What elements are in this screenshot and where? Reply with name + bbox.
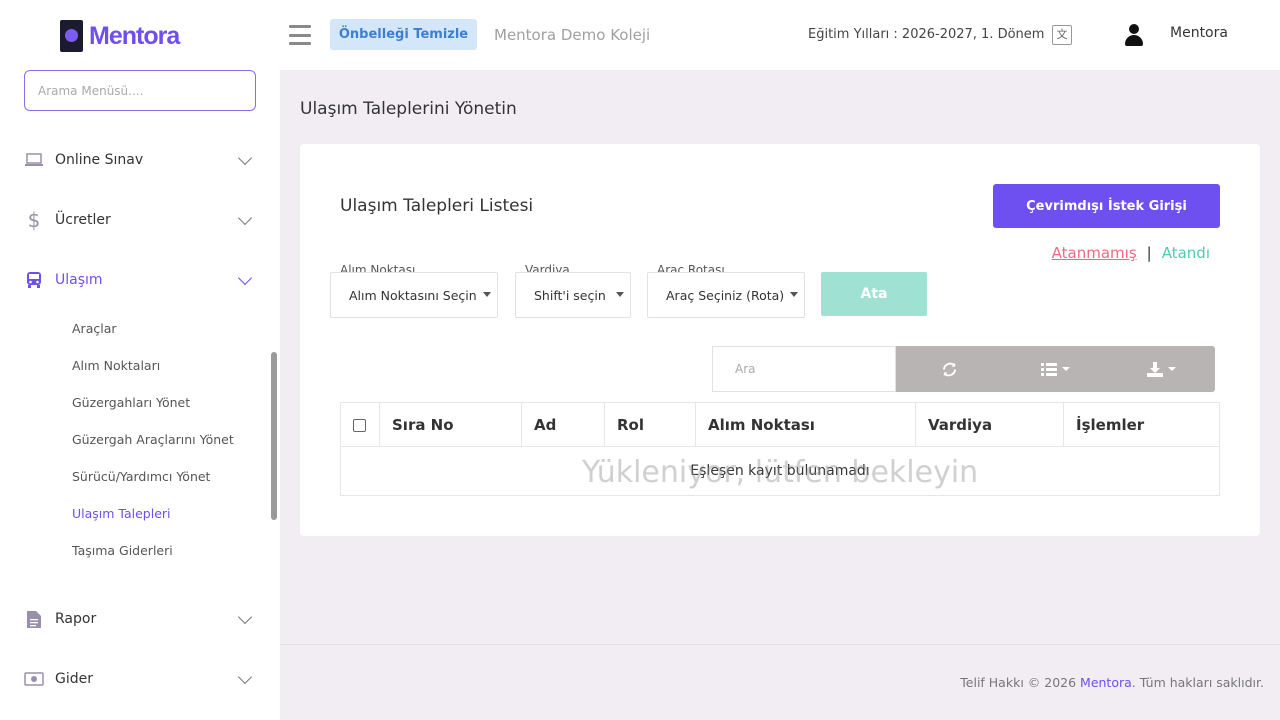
sidebar-item-transport[interactable]: Ulaşım [24, 265, 256, 295]
table-search-input[interactable] [712, 346, 896, 392]
table-header-row: Sıra No Ad Rol Alım Noktası Vardiya İşle… [340, 402, 1220, 447]
chevron-down-icon [237, 609, 253, 624]
status-assigned-link[interactable]: Atandı [1162, 244, 1210, 262]
requests-table: Sıra No Ad Rol Alım Noktası Vardiya İşle… [340, 402, 1220, 496]
sidebar-item-expense[interactable]: Gider [24, 664, 256, 694]
chevron-down-icon [237, 270, 253, 285]
page-title: Ulaşım Taleplerini Yönetin [300, 99, 517, 119]
document-icon [24, 609, 44, 629]
footer-divider [280, 644, 1280, 645]
clear-cache-button[interactable]: Önbelleği Temizle [330, 19, 477, 50]
column-header-alim-noktasi[interactable]: Alım Noktası [695, 402, 916, 447]
user-name[interactable]: Mentora [1170, 25, 1228, 41]
column-header-vardiya[interactable]: Vardiya [915, 402, 1064, 447]
sidebar-subitem-route-vehicles[interactable]: Güzergah Araçlarını Yönet [72, 432, 234, 447]
route-value: Araç Seçiniz (Rota) [666, 287, 785, 303]
card-title: Ulaşım Talepleri Listesi [340, 196, 534, 216]
sidebar-item-label: Ulaşım [55, 272, 103, 288]
requests-card: Ulaşım Talepleri Listesi Çevrimdışı İste… [300, 144, 1260, 536]
menu-search-input[interactable] [24, 70, 256, 111]
table-row: Eşleşen kayıt bulunamadı Yükleniyor, lüt… [340, 446, 1220, 496]
sidebar-scrollbar[interactable] [271, 352, 277, 520]
footer-brand-link[interactable]: Mentora [1080, 675, 1132, 690]
footer: Telif Hakkı © 2026 Mentora. Tüm hakları … [960, 675, 1264, 690]
assign-button[interactable]: Ata [821, 272, 927, 316]
export-button[interactable] [1109, 346, 1215, 392]
sidebar: Mentora Online Sınav $ Ücretler Ulaşım A… [0, 0, 280, 720]
sidebar-subitem-vehicles[interactable]: Araçlar [72, 321, 117, 336]
laptop-icon [24, 150, 44, 170]
column-header-rol[interactable]: Rol [604, 402, 696, 447]
pickup-point-value: Alım Noktasını Seçin [349, 287, 477, 303]
translate-icon[interactable]: 文 [1052, 25, 1072, 45]
caret-down-icon [616, 292, 624, 297]
sidebar-subitem-transport-expenses[interactable]: Taşıma Giderleri [72, 543, 173, 558]
dollar-icon: $ [27, 208, 41, 232]
chevron-down-icon [237, 210, 253, 225]
footer-prefix: Telif Hakkı © 2026 [960, 675, 1081, 690]
chevron-down-icon [237, 150, 253, 165]
education-years: Eğitim Yılları : 2026-2027, 1. Dönem [808, 27, 1045, 42]
caret-down-icon [790, 292, 798, 297]
route-select[interactable]: Araç Seçiniz (Rota) [647, 272, 805, 318]
empty-message: Eşleşen kayıt bulunamadı [690, 463, 870, 479]
user-avatar-icon[interactable] [1124, 24, 1144, 46]
shift-value: Shift'i seçin [534, 287, 606, 303]
sidebar-item-label: Ücretler [55, 212, 111, 228]
footer-suffix: . Tüm hakları saklıdır. [1131, 675, 1264, 690]
sidebar-item-label: Gider [55, 671, 93, 687]
sidebar-subitem-drivers[interactable]: Sürücü/Yardımcı Yönet [72, 469, 210, 484]
bus-icon [24, 270, 44, 290]
column-header-islemler: İşlemler [1063, 402, 1220, 447]
offline-request-button[interactable]: Çevrimdışı İstek Girişi [993, 184, 1220, 228]
caret-down-icon [1061, 367, 1070, 371]
school-name: Mentora Demo Koleji [494, 26, 651, 44]
brand-name: Mentora [89, 21, 180, 50]
pickup-point-select[interactable]: Alım Noktasını Seçin [330, 272, 498, 318]
top-header: Önbelleği Temizle Mentora Demo Koleji Eğ… [280, 0, 1280, 70]
status-unassigned-link[interactable]: Atanmamış [1052, 244, 1137, 262]
refresh-button[interactable] [896, 346, 1002, 392]
logo[interactable]: Mentora [60, 20, 180, 52]
sidebar-subitem-transport-requests[interactable]: Ulaşım Talepleri [72, 506, 171, 521]
list-icon [1040, 362, 1057, 376]
status-separator: | [1146, 244, 1152, 262]
sidebar-subitem-pickup-points[interactable]: Alım Noktaları [72, 358, 160, 373]
caret-down-icon [1168, 367, 1177, 371]
column-header-sira-no[interactable]: Sıra No [379, 402, 522, 447]
sidebar-item-label: Online Sınav [55, 152, 144, 168]
columns-button[interactable] [1002, 346, 1108, 392]
select-all-checkbox[interactable] [353, 418, 366, 432]
sidebar-item-fees[interactable]: $ Ücretler [24, 205, 256, 235]
hamburger-menu-icon[interactable] [289, 25, 311, 45]
money-icon [24, 669, 44, 689]
select-all-cell [340, 402, 380, 447]
sidebar-item-online-exam[interactable]: Online Sınav [24, 145, 256, 175]
sidebar-item-report[interactable]: Rapor [24, 604, 256, 634]
status-filter: Atanmamış | Atandı [1052, 244, 1210, 262]
logo-icon [60, 20, 83, 52]
shift-select[interactable]: Shift'i seçin [515, 272, 631, 318]
column-header-ad[interactable]: Ad [521, 402, 605, 447]
sidebar-item-label: Rapor [55, 611, 97, 627]
empty-cell: Eşleşen kayıt bulunamadı Yükleniyor, lüt… [340, 446, 1220, 496]
table-toolbar [896, 346, 1215, 392]
caret-down-icon [483, 292, 491, 297]
refresh-icon [942, 362, 956, 376]
sidebar-subitem-manage-routes[interactable]: Güzergahları Yönet [72, 395, 190, 410]
chevron-down-icon [237, 669, 253, 684]
download-icon [1147, 361, 1164, 377]
